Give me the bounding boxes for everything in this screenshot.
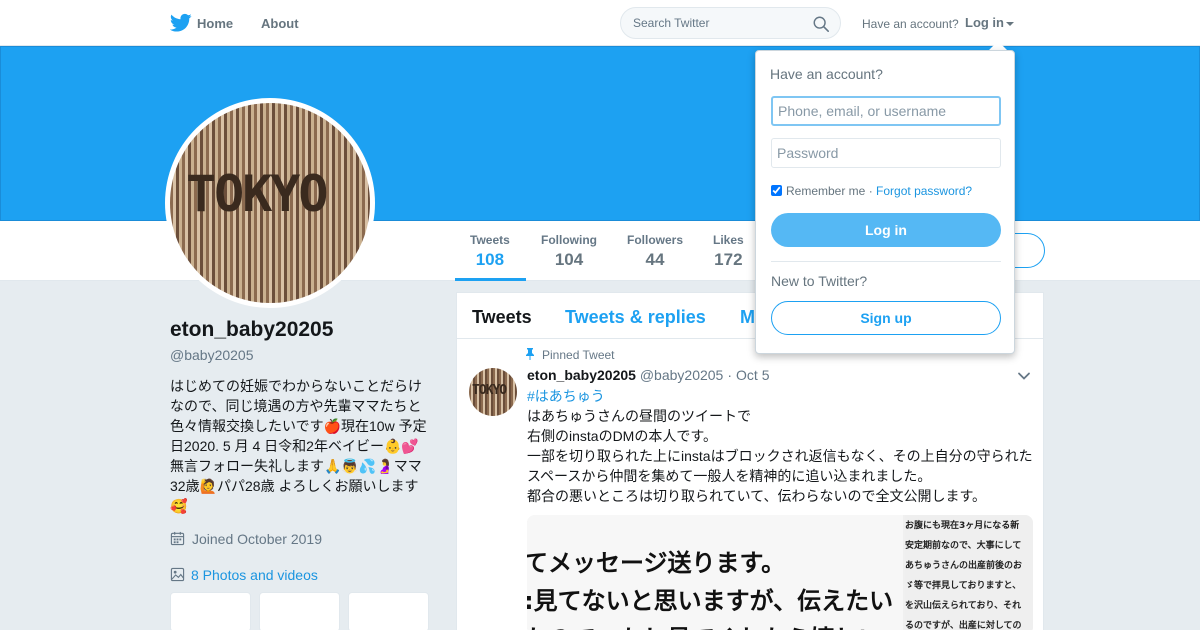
photos-videos-link[interactable]: 8 Photos and videos: [170, 567, 318, 583]
photos-videos-label[interactable]: 8 Photos and videos: [191, 567, 318, 583]
tweet-timestamp[interactable]: Oct 5: [736, 367, 769, 383]
active-stat-indicator: [455, 278, 526, 281]
login-toggle-label[interactable]: Log in: [965, 15, 1004, 30]
login-dropdown-toggle[interactable]: Log in: [965, 15, 1014, 30]
stat-tweets-value[interactable]: 108: [470, 250, 510, 270]
dropdown-title: Have an account?: [770, 66, 883, 82]
photo-thumbnail[interactable]: [348, 592, 429, 630]
joined-date: Joined October 2019: [170, 531, 322, 547]
username-field[interactable]: [771, 96, 1001, 126]
stat-following-label[interactable]: Following: [541, 233, 597, 247]
tweet-media-image-side[interactable]: お腹にも現在3ヶ月になる新 安定期前なので、大事にして あちゅうさんの出産前後の…: [905, 515, 1033, 630]
stat-likes-label[interactable]: Likes: [713, 233, 744, 247]
stat-followers-label[interactable]: Followers: [627, 233, 683, 247]
nav-home-link[interactable]: Home: [197, 16, 233, 31]
have-account-text: Have an account?: [862, 17, 959, 31]
login-dropdown: Have an account? Remember me · Forgot pa…: [755, 50, 1015, 354]
media-text-line: たので、もし見てくれたら嬉しい: [527, 619, 882, 630]
calendar-icon: [170, 531, 185, 546]
profile-bio: はじめての妊娠でわからないことだらけなので、同じ境遇の方や先輩ママたちと色々情報…: [170, 378, 427, 514]
login-button[interactable]: Log in: [771, 213, 1001, 247]
media-side-line: お腹にも現在3ヶ月になる新: [905, 521, 1020, 531]
dropdown-divider: [771, 261, 1001, 262]
stat-followers[interactable]: Followers 44: [627, 233, 683, 270]
profile-name[interactable]: eton_baby20205: [170, 318, 333, 342]
tweet-line: スペースから仲間を集めて一般人を精神的に追い込まれました。: [527, 468, 932, 484]
new-to-twitter-text: New to Twitter?: [771, 273, 868, 289]
media-side-line: 安定期前なので、大事にして: [905, 541, 1022, 551]
tweet-avatar-text: TOKYO: [472, 383, 507, 398]
chevron-down-icon[interactable]: [1017, 369, 1031, 383]
tweet-avatar[interactable]: TOKYO: [469, 368, 517, 416]
profile-handle[interactable]: @baby20205: [170, 347, 254, 363]
remember-row: Remember me · Forgot password?: [771, 184, 972, 198]
tweet-hashtag[interactable]: #はあちゅう: [527, 386, 1037, 406]
media-side-line: あちゅうさんの出産前後のお: [905, 561, 1023, 571]
search-input[interactable]: [633, 8, 813, 38]
avatar-image[interactable]: TOKYO: [170, 103, 370, 303]
tweet-author-handle[interactable]: @baby20205: [640, 367, 724, 383]
stat-likes[interactable]: Likes 172: [713, 233, 744, 270]
stat-followers-value[interactable]: 44: [627, 250, 683, 270]
stat-tweets[interactable]: Tweets 108: [470, 233, 510, 270]
tab-media[interactable]: M: [740, 307, 755, 328]
search-icon[interactable]: [812, 15, 830, 33]
nav-about-link[interactable]: About: [261, 16, 299, 31]
avatar-tokyo-text: TOKYO: [186, 165, 329, 223]
forgot-password-link[interactable]: Forgot password?: [876, 184, 972, 198]
stat-following-value[interactable]: 104: [541, 250, 597, 270]
stat-likes-value[interactable]: 172: [713, 250, 744, 270]
tweet-line: はあちゅうさんの昼間のツイートで: [527, 408, 751, 424]
tweet-line: 都合の悪いところは切り取られていて、伝わらないので全文公開します。: [527, 488, 987, 504]
remember-me-checkbox[interactable]: [771, 185, 782, 196]
stat-following[interactable]: Following 104: [541, 233, 597, 270]
caret-down-icon[interactable]: [1006, 21, 1014, 26]
photo-thumbnail[interactable]: [170, 592, 251, 630]
remember-me-label[interactable]: Remember me: [786, 184, 865, 198]
tweet-dot-separator: ·: [727, 367, 733, 383]
twitter-bird-icon[interactable]: [170, 13, 192, 33]
top-navigation-bar: Home About Have an account? Log in: [0, 0, 1200, 46]
tweet-line: 右側のinstaのDMの本人です。: [527, 428, 717, 444]
media-side-line: るのですが、出産に対しての: [905, 621, 1022, 630]
media-text-line: :見てないと思いますが、伝えたい: [527, 587, 894, 615]
tweet-media[interactable]: てメッセージ送ります。 :見てないと思いますが、伝えたい たので、もし見てくれた…: [527, 515, 1033, 630]
pinned-tweet-label: Pinned Tweet: [525, 348, 615, 362]
tab-tweets-replies[interactable]: Tweets & replies: [565, 307, 706, 328]
search-box[interactable]: [620, 7, 841, 39]
remember-separator: ·: [868, 184, 873, 198]
tab-tweets[interactable]: Tweets: [472, 307, 532, 328]
profile-avatar[interactable]: TOKYO: [165, 98, 375, 308]
tweet-author-name[interactable]: eton_baby20205: [527, 367, 636, 383]
signup-button[interactable]: Sign up: [771, 301, 1001, 335]
tweet-text: #はあちゅう はあちゅうさんの昼間のツイートで 右側のinstaのDMの本人です…: [527, 386, 1037, 506]
media-side-line: を沢山伝えられており、それ: [905, 601, 1022, 611]
joined-label: Joined October 2019: [192, 531, 322, 547]
tweet-header: eton_baby20205 @baby20205 · Oct 5: [527, 367, 770, 383]
stat-tweets-label[interactable]: Tweets: [470, 233, 510, 247]
photo-thumbnail[interactable]: [259, 592, 340, 630]
pin-icon: [526, 348, 534, 360]
password-field[interactable]: [771, 138, 1001, 168]
tweet-media-image-main[interactable]: てメッセージ送ります。 :見てないと思いますが、伝えたい たので、もし見てくれた…: [527, 515, 903, 630]
media-side-line: ゞ等で拝見しておりますと、: [905, 581, 1022, 591]
pinned-text: Pinned Tweet: [542, 348, 615, 362]
media-text-line: てメッセージ送ります。: [527, 549, 786, 577]
tweet-line: 一部を切り取られた上にinstaはブロックされ返信もなく、その上自分の守られた: [527, 448, 1033, 464]
photo-icon: [170, 567, 185, 582]
